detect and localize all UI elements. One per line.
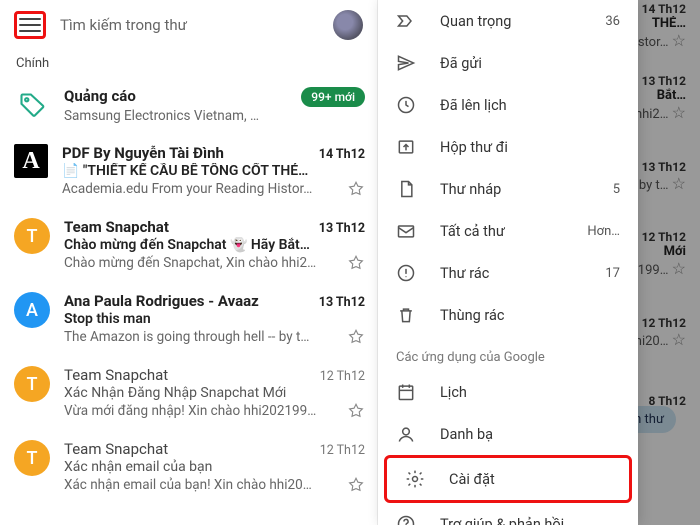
email-sender: Team Snapchat [64, 366, 168, 384]
email-date: 12 Th12 [320, 443, 365, 458]
drawer-item-settings[interactable]: Cài đặt [384, 455, 632, 503]
drawer-label: Tất cả thư [440, 223, 563, 240]
email-subject: 📄 "THIẾT KẾ CẦU BÊ TÔNG CỐT THÉ… [62, 163, 365, 179]
email-snippet: Chào mừng đến Snapchat, Xin chào hhi2… [64, 255, 339, 271]
inbox-pane: Tìm kiếm trong thư Chính Quảng cáo 99+ m… [0, 0, 378, 525]
nav-drawer: Quan trọng 36 Đã gửi Đã lên lịch Hộp thư… [378, 0, 638, 525]
sent-icon [396, 53, 416, 73]
email-date: 13 Th12 [319, 295, 365, 310]
email-subject: Xác nhận email của bạn [64, 459, 365, 475]
spam-icon [396, 263, 416, 283]
promo-title: Quảng cáo [64, 87, 136, 105]
star-icon[interactable] [347, 402, 365, 420]
category-label: Chính [0, 50, 377, 77]
drawer-item-allmail[interactable]: Tất cả thư Hơn… [378, 210, 638, 252]
profile-avatar[interactable] [333, 10, 363, 40]
allmail-icon [396, 221, 416, 241]
email-row[interactable]: T Team Snapchat 12 Th12 Xác Nhận Đăng Nh… [0, 356, 377, 430]
drawer-label: Thùng rác [440, 307, 620, 324]
drawer-label: Hộp thư đi [440, 139, 620, 156]
drawer-label: Cài đặt [449, 471, 611, 488]
email-snippet: Xác nhận email của bạn! Xin chào hhi20… [64, 477, 339, 493]
email-row[interactable]: T Team Snapchat 13 Th12 Chào mừng đến Sn… [0, 208, 377, 282]
avatar: T [14, 366, 50, 402]
drawer-item-trash[interactable]: Thùng rác [378, 294, 638, 336]
drawer-label: Thư nháp [440, 181, 589, 198]
important-icon [396, 11, 416, 31]
drawer-item-important[interactable]: Quan trọng 36 [378, 0, 638, 42]
scheduled-icon [396, 95, 416, 115]
avatar: T [14, 440, 50, 476]
tag-icon [14, 87, 50, 123]
email-date: 14 Th12 [319, 147, 365, 162]
help-icon [396, 514, 416, 525]
email-subject: Xác Nhận Đăng Nhập Snapchat Mới [64, 385, 365, 401]
drawer-count: Hơn… [587, 224, 620, 239]
drawer-count: 17 [605, 266, 620, 281]
draft-icon [396, 179, 416, 199]
email-snippet: Academia.edu From your Reading Histor… [62, 181, 339, 197]
menu-highlight [14, 11, 46, 39]
menu-button[interactable] [19, 14, 41, 36]
drawer-label: Lịch [440, 384, 620, 401]
drawer-item-calendar[interactable]: Lịch [378, 371, 638, 413]
avatar: T [14, 218, 50, 254]
email-subject: Stop this man [64, 311, 365, 327]
email-snippet: The Amazon is going through hell -- by t… [64, 329, 339, 345]
email-row[interactable]: T Team Snapchat 12 Th12 Xác nhận email c… [0, 430, 377, 504]
drawer-item-sent[interactable]: Đã gửi [378, 42, 638, 84]
avatar: A [14, 292, 50, 328]
drawer-item-draft[interactable]: Thư nháp 5 [378, 168, 638, 210]
email-sender: Team Snapchat [64, 440, 168, 458]
star-icon[interactable] [347, 328, 365, 346]
star-icon[interactable] [347, 476, 365, 494]
email-sender: Team Snapchat [64, 218, 169, 236]
topbar: Tìm kiếm trong thư [0, 0, 377, 50]
drawer-item-spam[interactable]: Thư rác 17 [378, 252, 638, 294]
promo-row[interactable]: Quảng cáo 99+ mới Samsung Electronics Vi… [0, 77, 377, 134]
promo-badge: 99+ mới [301, 87, 365, 107]
trash-icon [396, 305, 416, 325]
drawer-label: Đã gửi [440, 55, 620, 72]
email-date: 12 Th12 [320, 369, 365, 384]
settings-icon [405, 469, 425, 489]
email-sender: PDF By Nguyễn Tài Đình [62, 144, 224, 162]
drawer-label: Danh bạ [440, 426, 620, 443]
calendar-icon [396, 382, 416, 402]
right-pane: 14 Th12 THÉ… istor… ☆ 13 Th12 Bắt… hhi2…… [378, 0, 700, 525]
avatar: A [14, 144, 48, 178]
email-date: 13 Th12 [319, 221, 365, 236]
drawer-count: 5 [613, 182, 620, 197]
outbox-icon [396, 137, 416, 157]
drawer-item-contacts[interactable]: Danh bạ [378, 413, 638, 455]
drawer-item-help[interactable]: Trợ giúp & phản hồi [378, 503, 638, 525]
drawer-label: Quan trọng [440, 13, 581, 30]
drawer-section-label: Các ứng dụng của Google [378, 336, 638, 371]
drawer-count: 36 [605, 14, 620, 29]
email-row[interactable]: A Ana Paula Rodrigues - Avaaz 13 Th12 St… [0, 282, 377, 356]
contacts-icon [396, 424, 416, 444]
email-sender: Ana Paula Rodrigues - Avaaz [64, 292, 259, 310]
promo-snippet: Samsung Electronics Vietnam, … [64, 108, 365, 124]
email-row[interactable]: A PDF By Nguyễn Tài Đình 14 Th12 📄 "THIẾ… [0, 134, 377, 208]
star-icon[interactable] [347, 254, 365, 272]
drawer-label: Trợ giúp & phản hồi [440, 516, 620, 525]
drawer-label: Đã lên lịch [440, 97, 620, 114]
drawer-item-outbox[interactable]: Hộp thư đi [378, 126, 638, 168]
drawer-item-scheduled[interactable]: Đã lên lịch [378, 84, 638, 126]
drawer-label: Thư rác [440, 265, 581, 282]
email-subject: Chào mừng đến Snapchat 👻 Hãy Bắt… [64, 237, 365, 253]
email-snippet: Vừa mới đăng nhập! Xin chào hhi202199… [64, 403, 339, 419]
star-icon[interactable] [347, 180, 365, 198]
search-input[interactable]: Tìm kiếm trong thư [60, 16, 319, 34]
